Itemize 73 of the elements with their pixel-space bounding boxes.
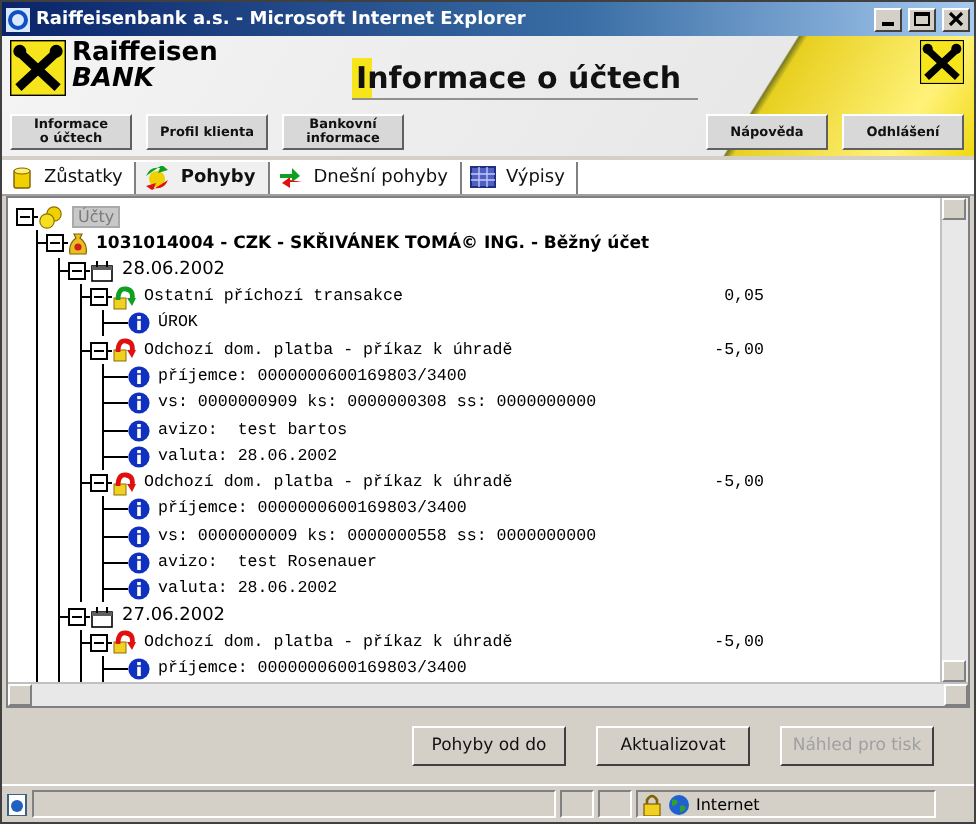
exchange-icon: [277, 165, 304, 189]
transaction-label[interactable]: Odchozí dom. platba - příkaz k úhradě: [144, 341, 644, 360]
status-pane: [598, 790, 632, 818]
account-label[interactable]: 1031014004 - CZK - SKŘIVÁNEK TOMÁ© ING. - Běžný účet: [96, 233, 940, 254]
info-icon: [128, 312, 150, 335]
detail-text: valuta: 28.06.2002: [158, 447, 340, 466]
browser-icon: [6, 7, 30, 31]
amount-text: 0,05: [722, 288, 764, 307]
info-icon: [128, 392, 150, 415]
amount-text: -5,00: [712, 341, 764, 360]
coin-stack-icon: [10, 165, 34, 189]
info-icon: [128, 365, 150, 388]
minimize-button[interactable]: [874, 7, 902, 31]
amount-text: -5,00: [712, 633, 764, 652]
money-bag-icon: [68, 231, 88, 256]
amount-text: -5,00: [712, 474, 764, 493]
action-button[interactable]: Pohyby od do: [412, 726, 566, 766]
detail-text: ÚROK: [158, 314, 200, 333]
expand-toggle[interactable]: [68, 607, 86, 626]
date-label[interactable]: 28.06.2002: [122, 260, 940, 281]
detail-text: vs: 0000000009 ks: 0000000558 ss: 0000000000: [158, 527, 599, 546]
transaction-label[interactable]: Ostatní příchozí transakce: [144, 288, 644, 307]
date-label[interactable]: 27.06.2002: [122, 606, 940, 627]
calendar-icon: [90, 259, 114, 282]
expand-toggle[interactable]: [90, 288, 108, 307]
expand-toggle[interactable]: [90, 341, 108, 360]
close-button[interactable]: [942, 7, 970, 31]
expand-toggle[interactable]: [68, 261, 86, 280]
detail-text: avizo: test bartos: [158, 421, 350, 440]
globe-icon: [668, 793, 690, 815]
expand-toggle[interactable]: [90, 633, 108, 652]
info-icon: [128, 525, 150, 548]
expand-toggle[interactable]: [46, 234, 64, 253]
detail-text: avizo: test Rosenauer: [158, 554, 380, 572]
expand-toggle[interactable]: [16, 208, 34, 227]
lock-icon: [642, 793, 662, 815]
page-icon: [6, 793, 28, 815]
info-icon: [128, 445, 150, 468]
info-icon: [128, 658, 150, 681]
maximize-button[interactable]: [908, 7, 936, 31]
close-icon: [948, 12, 964, 26]
detail-text: příjemce: 0000000600169803/3400: [158, 500, 469, 519]
detail-text: příjemce: 0000000600169803/3400: [158, 660, 469, 679]
transaction-label[interactable]: Odchozí dom. platba - příkaz k úhradě: [144, 633, 644, 652]
maximize-icon: [914, 12, 930, 26]
table-icon: [469, 166, 496, 188]
vertical-scrollbar[interactable]: [940, 198, 968, 682]
tab[interactable]: Pohyby: [136, 161, 270, 193]
brand-name: BANK: [72, 66, 157, 94]
curved-arrow-icon: [112, 338, 136, 363]
arrows-icon: [144, 165, 171, 189]
detail-text: příjemce: 0000000600169803/3400: [158, 367, 469, 386]
expand-toggle[interactable]: [90, 474, 108, 493]
coins-icon: [38, 205, 64, 230]
horizontal-scrollbar[interactable]: [8, 682, 968, 706]
info-icon: [128, 419, 150, 442]
curved-arrow-icon: [112, 285, 136, 310]
window-title: Raiffeisenbank a.s. - Microsoft Internet Explorer: [36, 9, 528, 29]
action-button[interactable]: Aktualizovat: [596, 726, 750, 766]
transaction-label[interactable]: Odchozí dom. platba - příkaz k úhradě: [144, 474, 644, 493]
brand-name: Raiffeisen: [72, 40, 220, 66]
curved-arrow-icon: [112, 471, 136, 496]
logo-icon: [920, 40, 964, 84]
logo-icon: [10, 40, 66, 96]
zone-label: Internet: [696, 795, 760, 813]
calendar-icon: [90, 605, 114, 628]
detail-text: valuta: 28.06.2002: [158, 580, 340, 599]
info-icon: [128, 578, 150, 601]
info-icon: [128, 498, 150, 521]
status-pane: [560, 790, 594, 818]
curved-arrow-icon: [112, 630, 136, 655]
detail-text: vs: 0000000909 ks: 0000000308 ss: 0000000000: [158, 394, 599, 413]
info-icon: [128, 552, 150, 574]
